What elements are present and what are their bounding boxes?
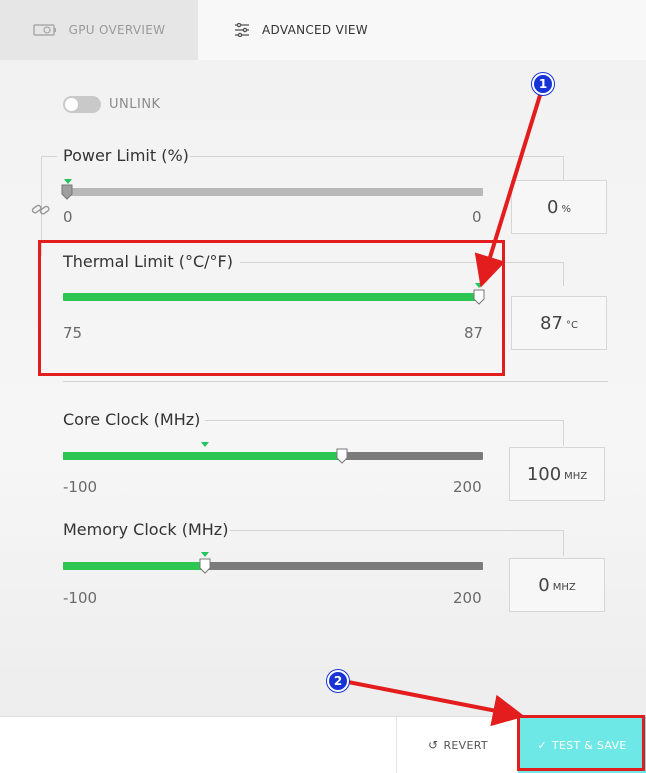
annotation-arrows [347,91,543,727]
arrow-to-test-save [347,680,525,727]
annotation-badge-2: 2 [327,670,349,692]
annotation-badge-1: 1 [532,73,554,95]
arrow-to-thermal-thumb [474,91,543,288]
